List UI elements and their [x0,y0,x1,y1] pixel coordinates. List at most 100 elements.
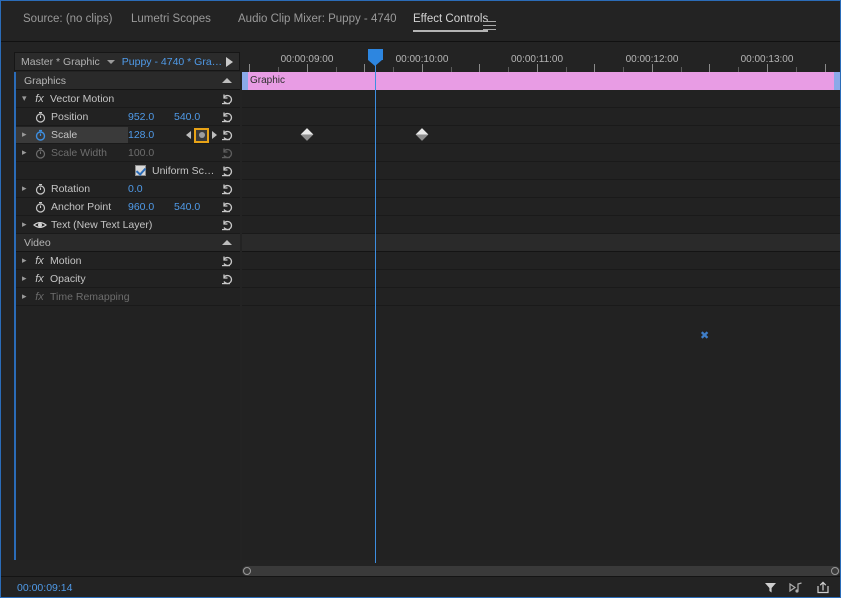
section-graphics[interactable]: Graphics [16,72,240,90]
timeline-row-opacity[interactable] [242,270,840,288]
timeline-ruler[interactable]: 00:00:09:00 00:00:10:00 00:00:11:00 00:0… [242,49,840,72]
twirl-right-icon[interactable]: ▸ [22,148,32,157]
stopwatch-icon-off[interactable] [32,183,48,195]
keyframe-navigator[interactable] [186,127,217,143]
twirl-spacer: ▸ [22,202,32,211]
row-scale-label: Scale [48,129,77,141]
twirl-right-icon[interactable]: ▸ [22,184,32,193]
row-motion-label: Motion [47,255,82,267]
tab-source[interactable]: Source: (no clips) [23,13,112,32]
add-remove-keyframe-button[interactable] [194,128,209,143]
row-scale[interactable]: ▸ Scale 128.0 [16,126,240,144]
reset-icon[interactable] [221,164,235,178]
reset-icon[interactable] [221,200,235,214]
uniform-scale-checkbox[interactable] [135,165,146,176]
play-audio-icon[interactable] [789,581,804,594]
rotation-value[interactable]: 0.0 [128,183,143,195]
stopwatch-icon-off[interactable] [32,201,48,213]
row-time-remapping-label: Time Remapping [47,291,130,303]
current-timecode[interactable]: 00:00:09:14 [17,582,72,594]
row-text-layer[interactable]: ▸ Text (New Text Layer) [16,216,240,234]
stopwatch-icon-on[interactable] [32,129,48,141]
row-motion[interactable]: ▸ fx Motion [16,252,240,270]
row-opacity-label: Opacity [47,273,86,285]
row-position[interactable]: ▸ Position 952.0 540.0 [16,108,240,126]
reset-icon[interactable] [221,128,235,142]
stopwatch-icon-off[interactable] [32,111,48,123]
timeline-row-video[interactable] [242,234,840,252]
tab-audio-clip-mixer[interactable]: Audio Clip Mixer: Puppy - 4740 [238,13,397,32]
twirl-right-icon[interactable]: ▸ [22,220,32,229]
section-video[interactable]: Video [16,234,240,252]
timeline-row-scale[interactable] [242,126,840,144]
graphic-clip-bar[interactable]: Graphic [242,72,840,90]
clip-selector-bar[interactable]: Master * Graphic Puppy - 4740 * Gra… [14,52,240,71]
twirl-right-icon[interactable]: ▸ [22,256,32,265]
row-opacity[interactable]: ▸ fx Opacity [16,270,240,288]
timeline-clip-row[interactable]: Graphic [242,72,840,90]
collapse-triangle-up-icon[interactable] [222,240,232,245]
twirl-right-icon[interactable]: ▸ [22,292,32,301]
next-keyframe-icon[interactable] [212,131,217,139]
tab-lumetri-scopes[interactable]: Lumetri Scopes [131,13,211,32]
timeline-track-area[interactable]: Graphic [242,72,840,560]
effect-controls-panel: Source: (no clips) Lumetri Scopes Audio … [0,0,841,598]
scale-width-value[interactable]: 100.0 [128,147,154,159]
reset-icon[interactable] [221,92,235,106]
row-scale-width-label: Scale Width [48,147,107,159]
previous-keyframe-icon[interactable] [186,131,191,139]
row-rotation-label: Rotation [48,183,90,195]
reset-icon[interactable] [221,110,235,124]
timeline-row-time-remapping[interactable] [242,288,840,306]
clip-name-label: Puppy - 4740 * Gra… [122,56,222,68]
row-time-remapping[interactable]: ▸ fx Time Remapping [16,288,240,306]
playhead-handle[interactable] [368,49,383,60]
timeline-row-text-layer[interactable] [242,216,840,234]
position-value-x[interactable]: 952.0 [128,111,154,123]
row-position-label: Position [48,111,88,123]
row-anchor-point[interactable]: ▸ Anchor Point 960.0 540.0 [16,198,240,216]
filter-funnel-icon[interactable] [764,581,777,594]
reset-icon[interactable] [221,272,235,286]
anchor-point-value-y[interactable]: 540.0 [174,201,200,213]
reset-icon[interactable] [221,182,235,196]
position-value-y[interactable]: 540.0 [174,111,200,123]
reset-icon[interactable] [221,218,235,232]
tab-effect-controls[interactable]: Effect Controls [413,13,488,32]
eye-visibility-icon[interactable] [32,220,48,230]
clip-bar-label: Graphic [250,75,285,86]
reset-icon[interactable] [221,254,235,268]
export-frame-icon[interactable] [816,581,830,594]
twirl-right-icon[interactable]: ▸ [22,274,32,283]
row-vector-motion[interactable]: ▾ fx Vector Motion [16,90,240,108]
scale-value[interactable]: 128.0 [128,129,154,141]
playhead[interactable] [375,49,376,563]
twirl-right-icon[interactable]: ▸ [22,130,32,139]
timeline-row-position[interactable] [242,108,840,126]
row-scale-width[interactable]: ▸ Scale Width 100.0 [16,144,240,162]
clip-left-handle[interactable] [242,72,248,90]
timeline-row-vector-motion[interactable] [242,90,840,108]
stopwatch-icon-off[interactable] [32,147,48,159]
play-arrow-icon[interactable] [226,57,233,67]
timeline-row-uniform-scale[interactable] [242,162,840,180]
timeline-row-motion[interactable] [242,252,840,270]
row-uniform-scale[interactable]: Uniform Sc… [16,162,240,180]
anchor-point-value-x[interactable]: 960.0 [128,201,154,213]
clip-right-handle[interactable] [834,72,840,90]
collapse-triangle-up-icon[interactable] [222,78,232,83]
reset-icon [221,146,235,160]
scrollbar-right-handle[interactable] [831,567,839,575]
hamburger-menu-icon[interactable] [483,21,496,30]
row-rotation[interactable]: ▸ Rotation 0.0 [16,180,240,198]
chevron-down-icon[interactable] [107,60,115,64]
timeline-row-anchor-point[interactable] [242,198,840,216]
uniform-scale-label: Uniform Sc… [152,165,214,177]
keyframe-diamond[interactable] [301,128,314,141]
twirl-down-icon[interactable]: ▾ [22,94,32,103]
section-graphics-label: Graphics [24,75,66,87]
timeline-row-scale-width[interactable] [242,144,840,162]
scrollbar-left-handle[interactable] [243,567,251,575]
timeline-row-rotation[interactable] [242,180,840,198]
keyframe-diamond[interactable] [416,128,429,141]
